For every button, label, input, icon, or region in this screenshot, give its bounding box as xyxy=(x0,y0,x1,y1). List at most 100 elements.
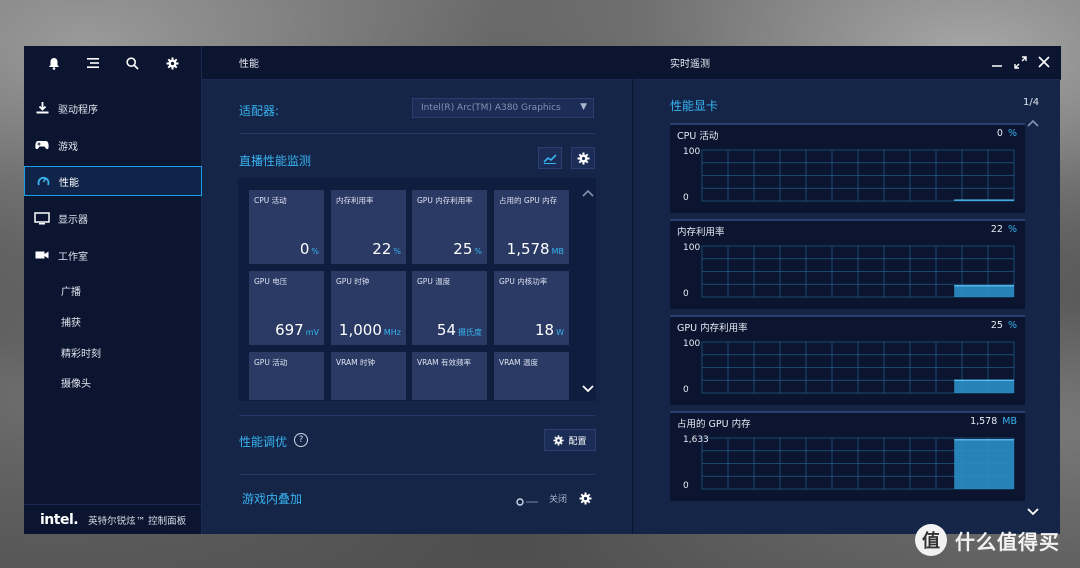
watermark-text: 什么值得买 xyxy=(955,529,1060,554)
overlay-state: 关闭 xyxy=(549,495,568,505)
card-title: 性能显卡 xyxy=(670,99,719,113)
tile-value: 1,578 MB xyxy=(506,240,564,258)
brand-text: 英特尔锐炫™ 控制面板 xyxy=(88,515,187,527)
chevron-up-icon[interactable] xyxy=(1027,112,1039,131)
sidebar-item-drivers[interactable]: 驱动程序 xyxy=(24,93,202,123)
card-value: 1,578 MB xyxy=(970,416,1017,427)
sidebar-item-studio[interactable]: 工作室 xyxy=(24,240,202,270)
telemetry-card-gpu-memory-usage: GPU 内存利用率 25% 100 0 xyxy=(670,315,1025,405)
sidebar-subitem-highlights[interactable]: 精彩时刻 xyxy=(61,345,101,360)
tile-label: VRAM 有效频率 xyxy=(417,358,472,367)
tile-label: 内存利用率 xyxy=(336,196,374,205)
telemetry-plot xyxy=(701,149,1015,202)
y-max-label: 100 xyxy=(683,243,701,253)
y-max-label: 1,633 xyxy=(683,435,709,445)
config-button[interactable]: 配置 xyxy=(544,429,596,451)
y-min-label: 0 xyxy=(683,481,689,491)
overlay-toggle[interactable] xyxy=(516,492,540,506)
tile-gpu-voltage[interactable]: GPU 电压 697 mV xyxy=(249,271,324,345)
telemetry-panel: 实时遥测 性能显卡 1/4 CPU 活动 0% 100 0 内存利用率 22% … xyxy=(632,46,1061,534)
gauge-icon xyxy=(35,175,51,187)
monitor-settings-button[interactable] xyxy=(571,147,595,169)
watermark: 值 什么值得买 xyxy=(915,524,1060,556)
tile-label: GPU 内存利用率 xyxy=(417,196,473,205)
sidebar-top-icons xyxy=(24,46,202,80)
value-bar xyxy=(954,380,1014,393)
sidebar-subitem-camera[interactable]: 摄像头 xyxy=(61,375,91,390)
search-icon[interactable] xyxy=(122,52,144,74)
sidebar-item-label: 驱动程序 xyxy=(58,104,98,116)
card-title: CPU 活动 xyxy=(677,131,719,142)
sidebar-item-label: 显示器 xyxy=(58,214,88,226)
sidebar-item-label: 工作室 xyxy=(58,251,88,263)
expand-icon[interactable] xyxy=(1014,56,1027,72)
tile-label: GPU 时钟 xyxy=(336,277,370,286)
gear-icon xyxy=(553,434,565,446)
tile-gpu-clock[interactable]: GPU 时钟 1,000 MHz xyxy=(331,271,406,345)
sidebar-item-display[interactable]: 显示器 xyxy=(24,203,202,233)
adapter-value: Intel(R) Arc(TM) A380 Graphics xyxy=(421,103,561,113)
tile-vram-effective-freq[interactable]: VRAM 有效频率 xyxy=(412,352,487,400)
tile-gpu-core-power[interactable]: GPU 内核功率 18 W xyxy=(494,271,569,345)
divider xyxy=(239,415,595,416)
gamepad-icon xyxy=(34,140,50,150)
tile-gpu-memory-used[interactable]: 占用的 GPU 内存 1,578 MB xyxy=(494,190,569,264)
card-title: GPU 内存利用率 xyxy=(677,323,748,334)
y-max-label: 100 xyxy=(683,339,701,349)
watermark-logo: 值 xyxy=(915,524,947,556)
tile-memory-usage[interactable]: 内存利用率 22% xyxy=(331,190,406,264)
sidebar: 驱动程序 游戏 性能 显示器 工作室 广播 捕获 精彩时刻 摄像头 intel.… xyxy=(24,46,210,534)
y-min-label: 0 xyxy=(683,289,689,299)
tile-value: 25% xyxy=(453,240,482,258)
config-label: 配置 xyxy=(568,436,587,447)
chevron-down-icon[interactable] xyxy=(1027,501,1039,520)
tuning-title: 性能调优 xyxy=(239,435,288,449)
tile-vram-temperature[interactable]: VRAM 温度 xyxy=(494,352,569,400)
y-min-label: 0 xyxy=(683,193,689,203)
card-value: 0% xyxy=(996,128,1017,139)
tile-cpu-activity[interactable]: CPU 活动 0% xyxy=(249,190,324,264)
divider xyxy=(239,133,595,134)
tile-value: 18 W xyxy=(534,321,564,339)
tile-value: 54 摄氏度 xyxy=(436,321,482,339)
telemetry-card-gpu-memory-used: 占用的 GPU 内存 1,578 MB 1,633 0 xyxy=(670,411,1025,501)
adapter-label: 适配器: xyxy=(239,104,280,118)
menu-icon[interactable] xyxy=(82,52,104,74)
sidebar-subitem-broadcast[interactable]: 广播 xyxy=(61,283,81,298)
close-icon[interactable] xyxy=(1038,56,1050,71)
gear-icon[interactable] xyxy=(161,52,183,74)
tile-label: CPU 活动 xyxy=(254,196,287,205)
card-title: 占用的 GPU 内存 xyxy=(677,419,751,430)
download-icon xyxy=(34,102,50,114)
sidebar-item-performance[interactable]: 性能 xyxy=(24,166,210,196)
sidebar-item-label: 性能 xyxy=(59,177,79,189)
telemetry-tiles: CPU 活动 0% 内存利用率 22% GPU 内存利用率 25% 占用的 GP… xyxy=(238,178,596,401)
camera-icon xyxy=(34,250,50,260)
tile-value: 0% xyxy=(299,240,319,258)
performance-panel: 性能 适配器: Intel(R) Arc(TM) A380 Graphics ▼… xyxy=(202,46,632,534)
help-icon[interactable]: ? xyxy=(294,433,308,447)
tile-gpu-memory-usage[interactable]: GPU 内存利用率 25% xyxy=(412,190,487,264)
chevron-up-icon[interactable] xyxy=(582,182,594,201)
tile-gpu-temperature[interactable]: GPU 温度 54 摄氏度 xyxy=(412,271,487,345)
card-title: 内存利用率 xyxy=(677,227,725,238)
tile-value: 1,000 MHz xyxy=(338,321,401,339)
gear-icon[interactable] xyxy=(579,490,592,509)
sidebar-item-label: 游戏 xyxy=(58,141,78,153)
bell-icon[interactable] xyxy=(43,52,65,74)
sidebar-subitem-capture[interactable]: 捕获 xyxy=(61,314,81,329)
adapter-select[interactable]: Intel(R) Arc(TM) A380 Graphics ▼ xyxy=(412,98,594,118)
monitor-title: 直播性能监测 xyxy=(239,154,312,168)
card-value: 22% xyxy=(990,224,1017,235)
brand-footer: intel. 英特尔锐炫™ 控制面板 xyxy=(24,504,202,534)
overlay-title: 游戏内叠加 xyxy=(242,492,303,506)
chart-view-button[interactable] xyxy=(538,147,562,169)
tile-label: GPU 温度 xyxy=(417,277,451,286)
chevron-down-icon[interactable] xyxy=(582,378,594,397)
tile-label: VRAM 时钟 xyxy=(336,358,376,367)
sidebar-item-games[interactable]: 游戏 xyxy=(24,130,202,160)
pager: 1/4 xyxy=(1023,97,1040,108)
minimize-icon[interactable] xyxy=(991,56,1003,71)
tile-gpu-activity[interactable]: GPU 活动 xyxy=(249,352,324,400)
tile-vram-clock[interactable]: VRAM 时钟 xyxy=(331,352,406,400)
